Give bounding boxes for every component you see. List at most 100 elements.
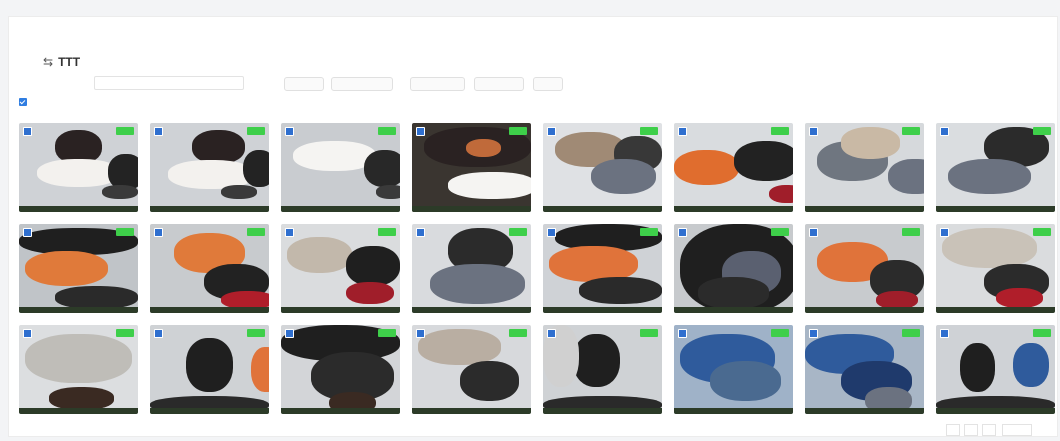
card-checkbox-icon[interactable]	[678, 329, 687, 338]
card-status-badge	[902, 329, 920, 337]
image-card[interactable]	[805, 123, 924, 212]
image-card[interactable]	[150, 325, 269, 414]
image-card[interactable]	[936, 325, 1055, 414]
image-card[interactable]	[805, 224, 924, 313]
image-region	[185, 338, 234, 392]
card-checkbox-icon[interactable]	[547, 127, 556, 136]
image-card[interactable]	[412, 123, 531, 212]
card-checkbox-icon[interactable]	[940, 329, 949, 338]
image-region	[251, 347, 269, 392]
image-card[interactable]	[674, 123, 793, 212]
back-arrow-icon[interactable]: ⇆	[43, 55, 53, 69]
image-card[interactable]	[150, 123, 269, 212]
card-status-badge	[640, 228, 658, 236]
pagination-size-select[interactable]	[1002, 424, 1032, 436]
page-title-text: TTT	[58, 55, 81, 69]
card-checkbox-icon[interactable]	[285, 228, 294, 237]
image-card[interactable]	[281, 123, 400, 212]
image-region	[429, 264, 526, 305]
card-checkbox-icon[interactable]	[940, 228, 949, 237]
card-checkbox-icon[interactable]	[23, 127, 32, 136]
image-card[interactable]	[19, 325, 138, 414]
card-caption-bar	[281, 206, 400, 212]
toolbar-button-4[interactable]	[474, 77, 524, 91]
card-checkbox-icon[interactable]	[23, 329, 32, 338]
card-checkbox-icon[interactable]	[285, 127, 294, 136]
card-caption-bar	[805, 408, 924, 414]
image-region	[578, 277, 662, 305]
card-checkbox-icon[interactable]	[940, 127, 949, 136]
card-checkbox-icon[interactable]	[23, 228, 32, 237]
card-checkbox-icon[interactable]	[809, 329, 818, 338]
image-card[interactable]	[543, 325, 662, 414]
card-checkbox-icon[interactable]	[809, 127, 818, 136]
card-status-badge	[1033, 127, 1051, 135]
card-caption-bar	[805, 307, 924, 313]
card-status-badge	[902, 228, 920, 236]
card-caption-bar	[19, 206, 138, 212]
card-checkbox-icon[interactable]	[154, 228, 163, 237]
toolbar-button-5[interactable]	[533, 77, 563, 91]
card-checkbox-icon[interactable]	[547, 228, 556, 237]
card-checkbox-icon[interactable]	[154, 127, 163, 136]
image-card[interactable]	[543, 123, 662, 212]
card-caption-bar	[412, 307, 531, 313]
pagination-prev[interactable]	[946, 424, 960, 436]
image-card[interactable]	[19, 224, 138, 313]
image-region	[674, 149, 740, 186]
image-region	[221, 290, 269, 309]
card-status-badge	[116, 329, 134, 337]
card-checkbox-icon[interactable]	[285, 329, 294, 338]
image-card[interactable]	[412, 325, 531, 414]
image-card[interactable]	[19, 123, 138, 212]
toolbar-button-1[interactable]	[284, 77, 324, 91]
image-region	[364, 149, 400, 188]
card-caption-bar	[936, 408, 1055, 414]
card-checkbox-icon[interactable]	[154, 329, 163, 338]
image-region	[947, 158, 1032, 195]
image-card[interactable]	[936, 123, 1055, 212]
card-checkbox-icon[interactable]	[678, 228, 687, 237]
image-region	[346, 246, 400, 287]
image-region	[876, 290, 919, 309]
image-card[interactable]	[674, 325, 793, 414]
image-region	[459, 360, 520, 401]
card-checkbox-icon[interactable]	[547, 329, 556, 338]
image-card[interactable]	[150, 224, 269, 313]
image-card[interactable]	[936, 224, 1055, 313]
image-card[interactable]	[281, 224, 400, 313]
image-region	[221, 185, 258, 199]
toolbar-button-3[interactable]	[410, 77, 465, 91]
card-caption-bar	[543, 307, 662, 313]
card-caption-bar	[543, 408, 662, 414]
pagination-page[interactable]	[964, 424, 978, 436]
image-card[interactable]	[281, 325, 400, 414]
card-checkbox-icon[interactable]	[416, 329, 425, 338]
image-region	[376, 185, 400, 199]
card-checkbox-icon[interactable]	[678, 127, 687, 136]
card-checkbox-icon[interactable]	[809, 228, 818, 237]
image-card[interactable]	[543, 224, 662, 313]
pagination-next[interactable]	[982, 424, 996, 436]
image-region	[242, 149, 269, 188]
image-card[interactable]	[805, 325, 924, 414]
image-region	[840, 127, 901, 159]
card-status-badge	[378, 228, 396, 236]
card-status-badge	[116, 228, 134, 236]
image-region	[465, 139, 502, 157]
card-status-badge	[1033, 329, 1051, 337]
card-status-badge	[378, 127, 396, 135]
card-status-badge	[247, 329, 265, 337]
toolbar-button-2[interactable]	[331, 77, 393, 91]
image-region	[769, 185, 793, 204]
image-region	[286, 237, 353, 273]
card-checkbox-icon[interactable]	[416, 127, 425, 136]
filter-select[interactable]	[94, 76, 244, 90]
image-region	[191, 130, 246, 164]
card-status-badge	[640, 127, 658, 135]
card-checkbox-icon[interactable]	[416, 228, 425, 237]
image-card[interactable]	[674, 224, 793, 313]
card-status-badge	[771, 228, 789, 236]
image-card[interactable]	[412, 224, 531, 313]
image-region	[733, 140, 793, 181]
